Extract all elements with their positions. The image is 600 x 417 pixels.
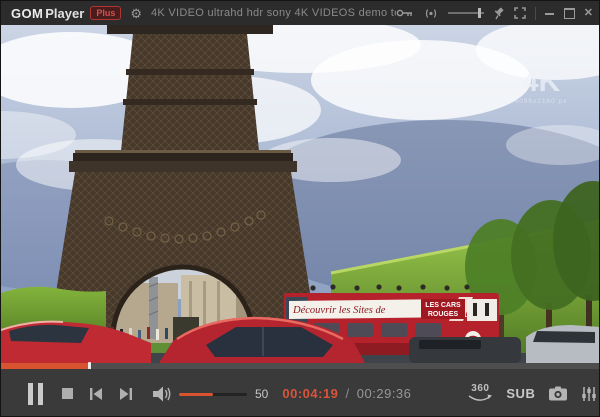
titlebar-slider-handle[interactable] (478, 8, 481, 18)
maximize-button[interactable] (564, 8, 575, 19)
titlebar-slider[interactable] (448, 7, 484, 19)
view-360-arc-icon (467, 394, 493, 403)
view-360-button[interactable]: 360 (467, 384, 493, 403)
pin-icon[interactable] (493, 7, 505, 20)
gear-icon[interactable]: ⚙ (130, 7, 142, 20)
app-logo: GOM Player (11, 6, 84, 21)
bus-logo-line2: ROUGES (428, 311, 459, 318)
volume-fill[interactable] (179, 393, 213, 396)
time-separator: / (346, 386, 350, 401)
volume-button[interactable] (152, 386, 172, 402)
close-button[interactable]: ✕ (584, 8, 593, 19)
total-time: 00:29:36 (357, 386, 412, 401)
window-title: 4K VIDEO ultrahd hdr sony 4K VIDEOS demo… (151, 7, 396, 19)
snapshot-button[interactable] (548, 386, 568, 401)
titlebar-separator (535, 7, 536, 20)
video-scene: Découvrir les Sites de avec LES CARS ROU… (1, 25, 600, 363)
volume-value: 50 (255, 387, 268, 401)
car-right-silver (526, 325, 600, 363)
time-display: 00:04:19 / 00:29:36 (282, 386, 411, 401)
view-360-label: 360 (471, 384, 489, 394)
speaker-icon (152, 386, 172, 402)
stop-button[interactable] (62, 388, 73, 399)
next-icon (119, 387, 133, 401)
bus-banner-text: Découvrir les Sites de (292, 305, 386, 316)
equalizer-button[interactable] (581, 386, 597, 402)
app-name-bold: GOM (11, 6, 43, 21)
previous-button[interactable] (89, 387, 103, 401)
watermark-4k: 4K 4096x2160 px (515, 65, 568, 105)
key-icon[interactable] (396, 8, 414, 18)
gom-player-window: GOM Player Plus ⚙ 4K VIDEO ultrahd hdr s… (0, 0, 600, 417)
titlebar[interactable]: GOM Player Plus ⚙ 4K VIDEO ultrahd hdr s… (1, 1, 600, 25)
video-frame[interactable]: Découvrir les Sites de avec LES CARS ROU… (1, 25, 600, 363)
minimize-button[interactable] (545, 7, 555, 19)
equalizer-icon (581, 386, 597, 402)
watermark-title: 4K (522, 65, 561, 98)
control-bar: 50 00:04:19 / 00:29:36 360 SUB (1, 369, 600, 417)
pause-button[interactable] (28, 383, 43, 405)
previous-icon (89, 387, 103, 401)
current-time: 00:04:19 (282, 386, 338, 401)
broadcast-icon[interactable] (423, 8, 439, 19)
volume-slider[interactable] (179, 388, 247, 400)
bus-logo-line1: LES CARS (425, 302, 461, 309)
app-name-rest: Player (45, 6, 84, 21)
car-suv-dark (409, 337, 521, 363)
watermark-subtitle: 4096x2160 px (515, 98, 568, 105)
camera-icon (548, 386, 568, 401)
fullscreen-icon[interactable] (514, 7, 526, 19)
plus-badge: Plus (90, 6, 121, 20)
subtitles-button[interactable]: SUB (506, 386, 535, 401)
next-button[interactable] (119, 387, 133, 401)
